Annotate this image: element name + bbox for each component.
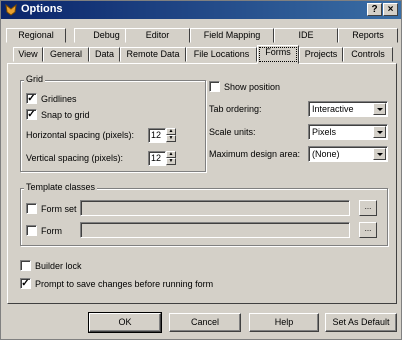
tab-ordering-value: Interactive — [312, 104, 354, 114]
vertical-spacing-input[interactable]: 12 — [148, 151, 166, 166]
check-icon: ✓ — [27, 109, 36, 120]
set-as-default-button[interactable]: Set As Default — [325, 313, 397, 332]
builder-lock-checkbox[interactable] — [20, 260, 31, 271]
ok-button[interactable]: OK — [88, 312, 162, 333]
options-dialog: Options ? × Regional Debug Editor Field … — [0, 0, 402, 340]
spin-down-icon[interactable]: ▼ — [166, 135, 176, 142]
prompt-save-checkbox[interactable]: ✓ — [20, 278, 31, 289]
tab-regional[interactable]: Regional — [6, 28, 66, 43]
max-design-area-value: (None) — [312, 149, 340, 159]
scale-units-dropdown[interactable]: Pixels — [308, 124, 388, 140]
spin-up-icon[interactable]: ▲ — [166, 128, 176, 135]
gridlines-label: Gridlines — [41, 94, 77, 104]
horizontal-spacing-label: Horizontal spacing (pixels): — [26, 130, 135, 140]
tab-ordering-dropdown[interactable]: Interactive — [308, 101, 388, 117]
template-classes-legend: Template classes — [24, 182, 98, 192]
chevron-down-icon[interactable] — [373, 103, 386, 115]
grid-legend: Grid — [24, 74, 46, 84]
check-icon: ✓ — [27, 93, 36, 104]
scale-units-label: Scale units: — [209, 127, 256, 137]
snap-to-grid-label: Snap to grid — [41, 110, 90, 120]
window-title: Options — [21, 3, 63, 15]
max-design-area-label: Maximum design area: — [209, 149, 301, 159]
builder-lock-label: Builder lock — [35, 261, 82, 271]
show-position-checkbox[interactable] — [209, 81, 220, 92]
max-design-area-dropdown[interactable]: (None) — [308, 146, 388, 162]
cancel-button[interactable]: Cancel — [169, 313, 241, 332]
forms-tab-panel: Grid ✓ Gridlines ✓ Snap to grid Horizont… — [7, 63, 397, 304]
form-checkbox[interactable] — [26, 225, 37, 236]
tab-controls[interactable]: Controls — [343, 47, 393, 62]
tab-reports[interactable]: Reports — [338, 28, 398, 43]
tab-general[interactable]: General — [43, 47, 89, 62]
vertical-spacing-spinner[interactable]: ▲ ▼ — [166, 151, 176, 166]
help-title-button[interactable]: ? — [367, 3, 382, 16]
prompt-save-label: Prompt to save changes before running fo… — [35, 279, 214, 289]
spin-down-icon[interactable]: ▼ — [166, 158, 176, 165]
horizontal-spacing-spinner[interactable]: ▲ ▼ — [166, 128, 176, 143]
fox-app-icon — [5, 3, 17, 16]
form-label: Form — [41, 226, 62, 236]
tab-projects[interactable]: Projects — [299, 47, 343, 62]
gridlines-checkbox[interactable]: ✓ — [26, 93, 37, 104]
show-position-label: Show position — [224, 82, 281, 92]
close-button[interactable]: × — [383, 3, 398, 16]
tab-field-mapping[interactable]: Field Mapping — [190, 28, 274, 43]
formset-browse-button[interactable]: ... — [359, 200, 377, 216]
chevron-down-icon[interactable] — [373, 126, 386, 138]
vertical-spacing-label: Vertical spacing (pixels): — [26, 153, 124, 163]
tab-forms[interactable]: Forms — [257, 45, 299, 64]
title-bar[interactable]: Options ? × — [1, 1, 401, 19]
tab-file-locations[interactable]: File Locations — [186, 47, 257, 62]
check-icon: ✓ — [21, 278, 30, 289]
tab-ide[interactable]: IDE — [274, 28, 338, 43]
help-button[interactable]: Help — [249, 313, 319, 332]
chevron-down-icon[interactable] — [373, 148, 386, 160]
spin-up-icon[interactable]: ▲ — [166, 151, 176, 158]
formset-class-field[interactable] — [80, 200, 350, 216]
tab-data[interactable]: Data — [89, 47, 120, 62]
tab-remote-data[interactable]: Remote Data — [120, 47, 186, 62]
formset-checkbox[interactable] — [26, 203, 37, 214]
horizontal-spacing-input[interactable]: 12 — [148, 128, 166, 143]
form-browse-button[interactable]: ... — [359, 222, 377, 238]
tab-editor[interactable]: Editor — [125, 28, 190, 43]
tab-view[interactable]: View — [13, 47, 43, 62]
tab-ordering-label: Tab ordering: — [209, 104, 262, 114]
form-class-field[interactable] — [80, 222, 350, 238]
scale-units-value: Pixels — [312, 127, 337, 137]
formset-label: Form set — [41, 204, 77, 214]
snap-to-grid-checkbox[interactable]: ✓ — [26, 109, 37, 120]
